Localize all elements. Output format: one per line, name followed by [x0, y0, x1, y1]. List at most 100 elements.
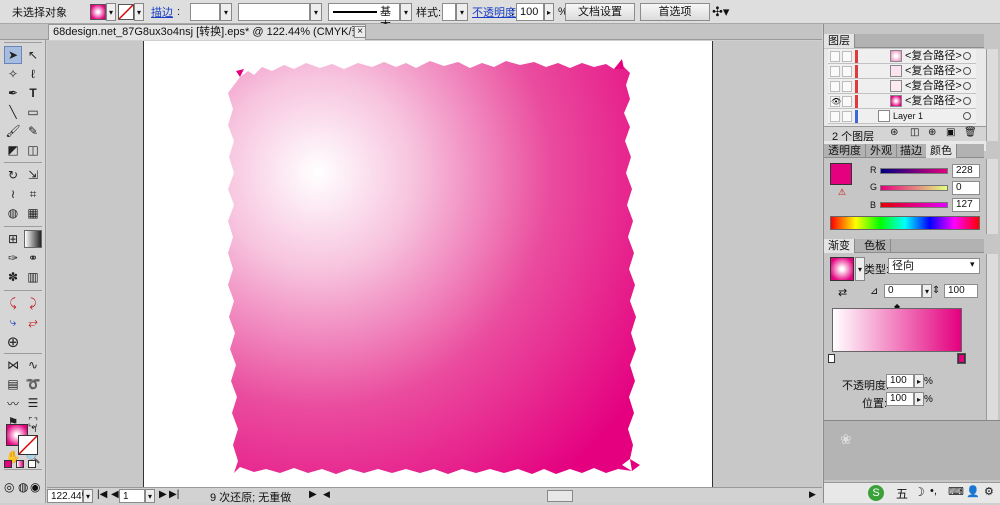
visibility-toggle[interactable] [830, 66, 840, 77]
document-setup-button[interactable]: 文档设置 [565, 3, 635, 21]
delete-layer-icon[interactable]: 🗑 [964, 127, 977, 138]
warp-tool-icon[interactable]: ≀ [4, 185, 22, 203]
graph-tool-icon[interactable]: ▤ [4, 375, 22, 393]
slice-tool-icon[interactable]: ⤸ [24, 294, 42, 312]
green-slider[interactable] [880, 185, 948, 191]
column-graph-tool-icon[interactable]: ▥ [24, 268, 42, 286]
zoom-field[interactable]: 122.44% [47, 489, 90, 503]
last-page-icon[interactable]: ▶| [169, 489, 179, 500]
layers-scrollbar[interactable] [986, 49, 998, 141]
layer-row[interactable]: <复合路径> [828, 79, 976, 94]
magic-wand-tool-icon[interactable]: ✧ [4, 65, 22, 83]
layer-row[interactable]: <复合路径> [828, 64, 976, 79]
slice-select-tool-icon[interactable]: ⤷ [4, 313, 22, 331]
visibility-toggle[interactable] [830, 81, 840, 92]
pencil-tool-icon[interactable]: ✎ [24, 122, 42, 140]
lock-toggle[interactable] [842, 51, 852, 62]
angle-dropdown-icon[interactable]: ▾ [922, 284, 932, 298]
stroke-swatch[interactable]: ▾ [118, 3, 144, 21]
angle-field[interactable]: 0 [884, 284, 922, 298]
gradient-type-select[interactable]: 径向 [888, 258, 980, 274]
status-menu-icon[interactable]: ▶ [309, 489, 317, 500]
blue-value[interactable]: 127 [952, 198, 980, 212]
stroke-profile-select[interactable]: 基本 ▾ [328, 3, 412, 32]
swap-colors-icon[interactable]: ↰ [30, 424, 38, 435]
eraser-tool-icon[interactable]: ◫ [24, 141, 42, 159]
make-clip-mask-icon[interactable]: ◫ [910, 127, 919, 138]
brush-dropdown-icon[interactable]: ▾ [310, 3, 322, 21]
tab-gradient[interactable]: 渐变 [824, 239, 855, 253]
free-transform-tool-icon[interactable]: ⌗ [24, 185, 42, 203]
layer-row[interactable]: <复合路径> [828, 49, 976, 64]
red-slider[interactable] [880, 168, 948, 174]
lasso-tool-icon[interactable]: ℓ [24, 65, 42, 83]
blob-brush-tool-icon[interactable]: ◩ [4, 141, 22, 159]
close-tab-icon[interactable]: × [354, 26, 366, 38]
layer-row[interactable]: Layer 1 [828, 109, 976, 124]
artboard[interactable] [143, 41, 713, 487]
lock-toggle[interactable] [842, 111, 852, 122]
page-field[interactable]: 1 [119, 489, 145, 503]
list-tool-icon[interactable]: ☰ [24, 394, 42, 412]
hscroll-right-icon[interactable]: ▶ [809, 489, 819, 503]
target-circle-icon[interactable] [963, 97, 971, 105]
stroke-width-field[interactable]: ▾ [190, 3, 232, 21]
green-value[interactable]: 0 [952, 181, 980, 195]
tab-swatches[interactable]: 色板 [860, 239, 891, 253]
artboard-tool-icon[interactable]: ⤹ [4, 294, 22, 312]
document-tab[interactable]: 68design.net_87G8ux3o4nsj [转换].eps* @ 12… [48, 24, 366, 40]
twirl-tool-icon[interactable]: ➰ [24, 375, 42, 393]
draw-inside-icon[interactable]: ◉ [30, 480, 40, 494]
keyboard-icon[interactable]: ⌨ [948, 485, 964, 498]
brush-select[interactable]: ▾ [238, 3, 322, 21]
eyedropper-tool-icon[interactable]: ✑ [4, 249, 22, 267]
rotate-tool-icon[interactable]: ↻ [4, 166, 22, 184]
perspective-grid-tool-icon[interactable]: ▦ [24, 204, 42, 222]
aspect-field[interactable]: 100 [944, 284, 978, 298]
paintbrush-tool-icon[interactable]: 🖌 [4, 122, 22, 140]
type-dropdown-icon[interactable]: ▾ [970, 259, 975, 270]
tab-stroke[interactable]: 描边 [896, 144, 927, 158]
canvas-area[interactable] [47, 41, 822, 487]
pen-tool-icon[interactable]: ✒ [4, 84, 22, 102]
hand-crosshair-tool-icon[interactable]: ⊕ [4, 333, 22, 351]
scale-tool-icon[interactable]: ⇲ [24, 166, 42, 184]
target-circle-icon[interactable] [963, 82, 971, 90]
gradient-start-stop[interactable] [828, 354, 835, 363]
stop-opacity-field[interactable]: 100 [886, 374, 914, 388]
settings-icon[interactable]: ⚙ [984, 485, 994, 498]
gradient-preview-swatch[interactable] [830, 257, 854, 281]
red-value[interactable]: 228 [952, 164, 980, 178]
layers-tab[interactable]: 图层 [824, 34, 855, 48]
opacity-field[interactable]: 100 ▸ [516, 3, 554, 21]
selection-tool-icon[interactable]: ➤ [4, 46, 22, 64]
target-circle-icon[interactable] [963, 67, 971, 75]
lock-toggle[interactable] [842, 66, 852, 77]
first-page-icon[interactable]: |◀ [97, 489, 107, 500]
fill-swatch[interactable]: ▾ [90, 3, 116, 21]
hscroll-thumb[interactable] [547, 490, 573, 502]
next-page-icon[interactable]: ▶ [159, 489, 167, 500]
page-dropdown-icon[interactable]: ▾ [145, 489, 155, 503]
ime-mode-label[interactable]: 五 [896, 485, 908, 502]
reverse-gradient-icon[interactable]: ⇄ [838, 286, 847, 299]
profile-dropdown-icon[interactable]: ▾ [400, 3, 412, 21]
none-mode-icon[interactable] [28, 460, 36, 468]
opacity-link[interactable]: 不透明度 [472, 3, 516, 21]
gradient-mode-icon[interactable] [16, 460, 24, 468]
hscroll-left-icon[interactable]: ◀ [323, 489, 333, 503]
wave-tool-icon[interactable]: ∿ [24, 356, 42, 374]
gradient-scrollbar[interactable] [986, 254, 998, 424]
fill-dropdown-icon[interactable]: ▾ [106, 3, 116, 21]
ime-logo-icon[interactable]: S [868, 485, 884, 501]
mesh-tool-icon[interactable]: ⊞ [4, 230, 22, 248]
draw-behind-icon[interactable]: ◍ [18, 480, 28, 494]
moon-icon[interactable]: ☽ [914, 485, 925, 499]
new-sublayer-icon[interactable]: ⊕ [928, 127, 936, 138]
stroke-link[interactable]: 描边 [151, 3, 173, 21]
visibility-toggle[interactable] [830, 111, 840, 122]
tab-appearance[interactable]: 外观 [866, 144, 897, 158]
gradient-ramp[interactable] [832, 308, 962, 352]
stop-opacity-arrow-icon[interactable]: ▸ [914, 374, 924, 388]
stroke-width-dropdown-icon[interactable]: ▾ [220, 3, 232, 21]
